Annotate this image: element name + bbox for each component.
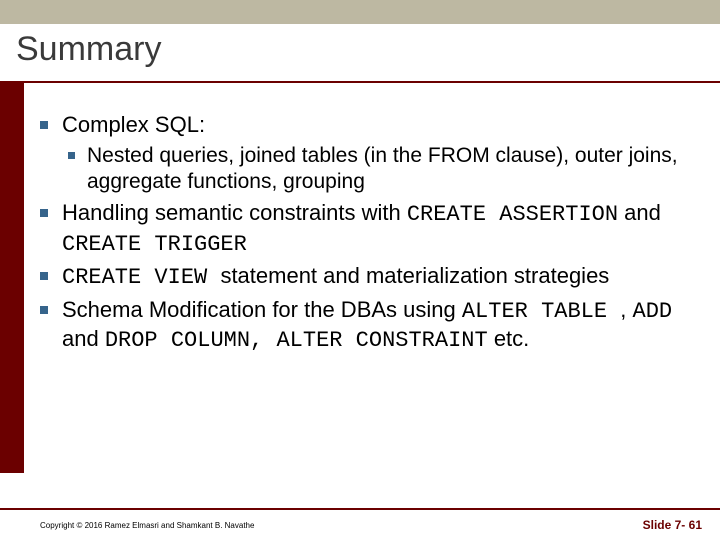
list-item: Nested queries, joined tables (in the FR… [68,143,680,196]
text-fragment: Handling semantic constraints with [62,200,407,225]
bullet-text: Complex SQL: [62,111,205,139]
text-fragment: , [620,297,632,322]
bullet-text: Schema Modification for the DBAs using A… [62,296,680,355]
title-area: Summary [0,24,720,77]
code-fragment: DROP COLUMN, ALTER CONSTRAINT [105,328,488,353]
text-fragment: Schema Modification for the DBAs using [62,297,462,322]
bullet-text: Nested queries, joined tables (in the FR… [87,143,680,196]
page-title: Summary [16,30,704,69]
code-fragment: ADD [633,299,673,324]
text-fragment: etc. [488,326,530,351]
square-bullet-icon [40,306,48,314]
code-fragment: CREATE VIEW [62,265,220,290]
code-fragment: CREATE ASSERTION [407,202,618,227]
list-item: Handling semantic constraints with CREAT… [40,199,680,258]
bullet-text: Handling semantic constraints with CREAT… [62,199,680,258]
code-fragment: ALTER TABLE [462,299,620,324]
text-fragment: statement and materialization strategies [220,263,609,288]
slide-number: Slide 7- 61 [643,518,702,532]
square-bullet-icon [40,121,48,129]
square-bullet-icon [40,272,48,280]
bullet-list: Complex SQL: Nested queries, joined tabl… [40,83,720,355]
square-bullet-icon [40,209,48,217]
copyright-text: Copyright © 2016 Ramez Elmasri and Shamk… [40,521,254,530]
list-item: Schema Modification for the DBAs using A… [40,296,680,355]
code-fragment: CREATE TRIGGER [62,232,247,257]
top-bar [0,0,720,24]
content-area: Complex SQL: Nested queries, joined tabl… [0,83,720,355]
square-bullet-icon [68,152,75,159]
list-item: Complex SQL: Nested queries, joined tabl… [40,111,680,195]
footer: Copyright © 2016 Ramez Elmasri and Shamk… [0,508,720,540]
bullet-text: CREATE VIEW statement and materializatio… [62,262,609,292]
text-fragment: and [618,200,661,225]
text-fragment: and [62,326,105,351]
left-accent-bar [0,83,24,473]
list-item: CREATE VIEW statement and materializatio… [40,262,680,292]
